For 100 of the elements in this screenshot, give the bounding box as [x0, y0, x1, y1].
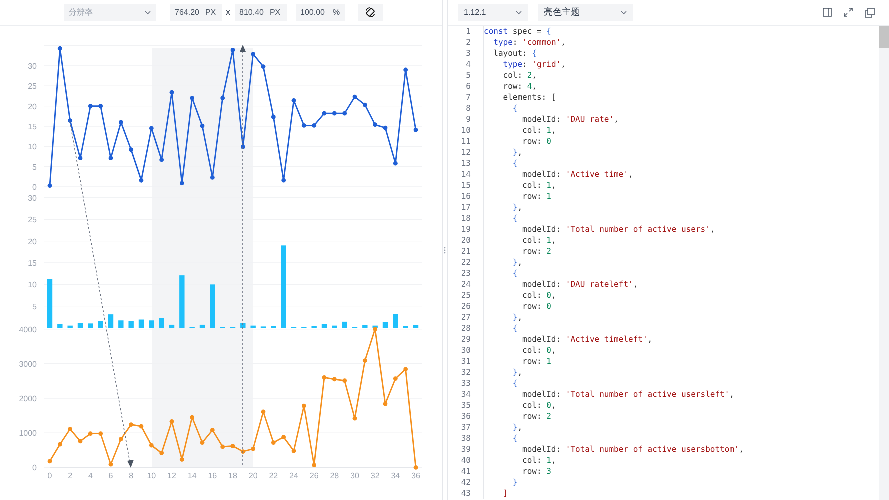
data-point [322, 111, 327, 116]
data-point [322, 376, 327, 380]
code-line: { [512, 268, 518, 279]
data-point [88, 432, 93, 436]
bar [240, 323, 246, 328]
data-point [271, 115, 276, 120]
axis-label: 34 [391, 472, 400, 481]
data-point [302, 123, 306, 128]
data-point [240, 144, 246, 150]
code-line: type: 'common', [492, 37, 566, 48]
theme-select[interactable]: 亮色主题 [538, 4, 633, 21]
axis-label: 5 [32, 302, 37, 312]
width-field[interactable]: 764.20 PX [170, 4, 222, 21]
line-number: 43 [460, 488, 471, 499]
axis-label: 32 [370, 472, 380, 481]
copy-icon[interactable] [865, 8, 875, 18]
data-point [190, 96, 195, 100]
line-number: 18 [460, 213, 471, 224]
data-point [373, 122, 378, 128]
code-line: { [512, 323, 518, 334]
code-line: ] [502, 488, 508, 499]
bar [159, 318, 164, 328]
line-number: 33 [460, 378, 471, 389]
bar [108, 314, 114, 328]
data-point [362, 358, 368, 363]
line-number: 37 [460, 422, 471, 433]
axis-label: 36 [412, 472, 420, 481]
data-point [170, 90, 174, 95]
axis-label: 12 [168, 472, 176, 481]
line-number: 31 [460, 356, 471, 367]
data-point [292, 448, 296, 454]
axis-label: 25 [28, 82, 37, 92]
line-number: 23 [460, 268, 471, 279]
line-number: 5 [465, 70, 471, 81]
line-number: 39 [460, 444, 471, 455]
data-point [78, 156, 83, 161]
chevron-down-icon [516, 10, 522, 14]
data-point [68, 118, 73, 124]
bar [382, 322, 388, 328]
axis-label: 20 [248, 472, 258, 481]
axis-label: 1000 [19, 429, 37, 438]
code-line: row: 2 [522, 246, 552, 257]
line-number: 1 [465, 26, 471, 37]
rotate-button[interactable] [358, 4, 382, 21]
data-point [200, 124, 205, 128]
line-number: 20 [460, 235, 471, 246]
data-point [240, 450, 246, 454]
data-point [393, 376, 398, 381]
bar [149, 320, 154, 328]
code-line: modelId: 'Active time', [522, 169, 634, 180]
bar [210, 284, 216, 328]
axis-label: 15 [28, 259, 37, 268]
code-line: { [512, 158, 518, 169]
line-number: 3 [465, 48, 471, 59]
line-number: 42 [460, 477, 471, 488]
data-point [332, 377, 337, 382]
line-number: 30 [460, 345, 471, 356]
line-number: 36 [460, 411, 471, 422]
code-line: const spec = { [484, 26, 552, 37]
panel-icon[interactable] [823, 8, 832, 17]
bar [128, 322, 134, 328]
line-number: 19 [460, 224, 471, 235]
code-line: type: 'grid', [502, 59, 566, 70]
code-line: col: 0, [522, 290, 556, 301]
line-number: 12 [460, 147, 471, 158]
version-select[interactable]: 1.12.1 [458, 4, 528, 21]
code-line: layout: { [492, 48, 537, 59]
chevron-down-icon [621, 10, 627, 14]
line-number: 14 [460, 169, 471, 180]
code-line: col: 2, [502, 70, 538, 81]
bar [413, 325, 419, 328]
axis-label: 8 [129, 472, 134, 481]
line-number: 10 [460, 125, 471, 136]
axis-label: 30 [28, 194, 37, 203]
data-point [342, 111, 348, 116]
axis-label: 15 [28, 122, 37, 132]
bar [98, 322, 104, 328]
data-point [230, 444, 236, 448]
data-point [200, 440, 205, 445]
height-field[interactable]: 810.40 PX [234, 4, 286, 21]
axis-label: 0 [32, 464, 37, 473]
axis-label: 0 [32, 183, 37, 192]
code-line: modelId: 'Total number of active usersbottom', [522, 444, 744, 455]
data-point [149, 126, 154, 131]
data-point [393, 161, 398, 166]
times-sign: x [226, 6, 230, 19]
zoom-field[interactable]: 100.00 % [296, 4, 344, 21]
code-line: modelId: 'Active timeleft', [522, 334, 653, 345]
rotate-icon [364, 7, 376, 18]
bar [322, 324, 328, 328]
axis-label: 4000 [19, 325, 37, 334]
data-point [129, 422, 134, 427]
data-point [251, 52, 256, 56]
data-point [139, 424, 144, 429]
expand-icon[interactable] [844, 8, 853, 17]
bar [200, 324, 206, 328]
scrollbar-thumb[interactable] [879, 26, 889, 48]
code-line: }, [512, 422, 523, 433]
data-point [180, 458, 184, 462]
code-line: row: 0 [522, 301, 552, 312]
